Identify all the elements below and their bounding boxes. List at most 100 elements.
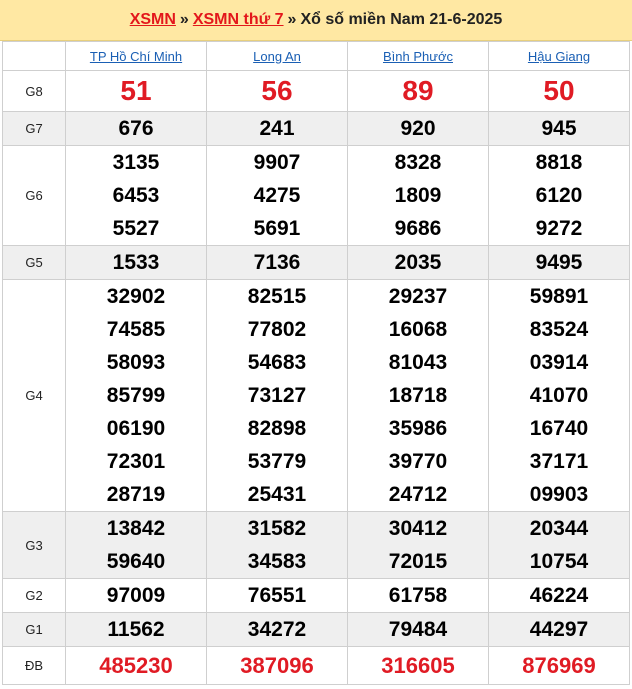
result-value: 77802 <box>247 318 307 341</box>
result-value: 8328 <box>394 151 442 174</box>
result-value: 30412 <box>388 517 448 540</box>
result-value: 61758 <box>347 578 489 613</box>
prize-label: ĐB <box>2 646 66 685</box>
special-prize-value: 316605 <box>347 646 489 685</box>
result-value: 18718 <box>388 384 448 407</box>
result-cell: 31582 34583 <box>206 511 348 579</box>
prize-row-g8: G8 51 56 89 50 <box>2 70 630 112</box>
result-value: 13842 <box>106 517 166 540</box>
result-value: 74585 <box>106 318 166 341</box>
result-cell: 32902 74585 58093 85799 06190 72301 2871… <box>65 279 207 512</box>
result-value: 16740 <box>529 417 589 440</box>
prize-row-special: ĐB 485230 387096 316605 876969 <box>2 646 630 685</box>
result-value: 39770 <box>388 450 448 473</box>
result-cell: 59891 83524 03914 41070 16740 37171 0990… <box>488 279 630 512</box>
result-value: 59640 <box>106 550 166 573</box>
result-value: 6120 <box>535 184 583 207</box>
result-value: 83524 <box>529 318 589 341</box>
prize-label: G7 <box>2 111 66 146</box>
result-value: 9686 <box>394 217 442 240</box>
crumb-xsmn-thu7-link[interactable]: XSMN thứ 7 <box>193 11 284 29</box>
prize-row-g6: G6 3135 6453 5527 9907 4275 5691 8328 18… <box>2 145 630 246</box>
province-link-long-an[interactable]: Long An <box>253 49 301 64</box>
result-value: 50 <box>488 70 630 112</box>
result-value: 2035 <box>347 245 489 280</box>
special-prize-value: 387096 <box>206 646 348 685</box>
result-value: 20344 <box>529 517 589 540</box>
result-value: 85799 <box>106 384 166 407</box>
prize-label: G2 <box>2 578 66 613</box>
result-value: 44297 <box>488 612 630 647</box>
prize-label: G4 <box>2 279 66 512</box>
result-value: 31582 <box>247 517 307 540</box>
result-value: 35986 <box>388 417 448 440</box>
province-link-hcm[interactable]: TP Hồ Chí Minh <box>90 49 182 64</box>
result-value: 3135 <box>112 151 160 174</box>
prize-row-g2: G2 97009 76551 61758 46224 <box>2 578 630 613</box>
result-value: 945 <box>488 111 630 146</box>
crumb-separator: » <box>287 11 297 28</box>
province-header: Long An <box>206 41 348 71</box>
crumb-separator: » <box>179 11 189 28</box>
results-page: XSMN » XSMN thứ 7 » Xổ số miền Nam 21-6-… <box>0 0 632 689</box>
province-header: Hậu Giang <box>488 41 630 71</box>
result-value: 25431 <box>247 483 307 506</box>
result-value: 1809 <box>394 184 442 207</box>
crumb-xsmn-link[interactable]: XSMN <box>130 11 176 29</box>
result-value: 34272 <box>206 612 348 647</box>
province-header-row: TP Hồ Chí Minh Long An Bình Phước Hậu Gi… <box>2 41 630 71</box>
result-cell: 8818 6120 9272 <box>488 145 630 246</box>
result-value: 73127 <box>247 384 307 407</box>
result-value: 37171 <box>529 450 589 473</box>
result-value: 09903 <box>529 483 589 506</box>
result-value: 46224 <box>488 578 630 613</box>
prize-row-g4: G4 32902 74585 58093 85799 06190 72301 2… <box>2 279 630 512</box>
result-cell: 29237 16068 81043 18718 35986 39770 2471… <box>347 279 489 512</box>
result-value: 4275 <box>253 184 301 207</box>
result-cell: 13842 59640 <box>65 511 207 579</box>
prize-row-g7: G7 676 241 920 945 <box>2 111 630 146</box>
result-value: 9495 <box>488 245 630 280</box>
province-link-binh-phuoc[interactable]: Bình Phước <box>383 49 453 64</box>
prize-label: G8 <box>2 70 66 112</box>
result-value: 58093 <box>106 351 166 374</box>
result-cell: 30412 72015 <box>347 511 489 579</box>
result-value: 5527 <box>112 217 160 240</box>
prize-row-g3: G3 13842 59640 31582 34583 30412 72015 2… <box>2 511 630 579</box>
province-header: TP Hồ Chí Minh <box>65 41 207 71</box>
result-value: 11562 <box>65 612 207 647</box>
result-value: 89 <box>347 70 489 112</box>
province-link-hau-giang[interactable]: Hậu Giang <box>528 49 590 64</box>
result-value: 32902 <box>106 285 166 308</box>
result-cell: 82515 77802 54683 73127 82898 53779 2543… <box>206 279 348 512</box>
result-value: 29237 <box>388 285 448 308</box>
result-value: 76551 <box>206 578 348 613</box>
province-header: Bình Phước <box>347 41 489 71</box>
prize-label: G1 <box>2 612 66 647</box>
result-value: 241 <box>206 111 348 146</box>
result-value: 9907 <box>253 151 301 174</box>
prize-column-header <box>2 41 66 71</box>
result-value: 1533 <box>65 245 207 280</box>
result-value: 03914 <box>529 351 589 374</box>
result-cell: 8328 1809 9686 <box>347 145 489 246</box>
prize-label: G6 <box>2 145 66 246</box>
result-value: 97009 <box>65 578 207 613</box>
result-value: 56 <box>206 70 348 112</box>
result-value: 06190 <box>106 417 166 440</box>
result-cell: 9907 4275 5691 <box>206 145 348 246</box>
result-value: 53779 <box>247 450 307 473</box>
result-value: 16068 <box>388 318 448 341</box>
result-value: 28719 <box>106 483 166 506</box>
prize-row-g1: G1 11562 34272 79484 44297 <box>2 612 630 647</box>
results-table: TP Hồ Chí Minh Long An Bình Phước Hậu Gi… <box>2 41 630 685</box>
result-value: 51 <box>65 70 207 112</box>
breadcrumb: XSMN » XSMN thứ 7 » Xổ số miền Nam 21-6-… <box>0 0 632 41</box>
page-title: Xổ số miền Nam 21-6-2025 <box>300 11 503 28</box>
result-value: 5691 <box>253 217 301 240</box>
prize-label: G3 <box>2 511 66 579</box>
result-value: 10754 <box>529 550 589 573</box>
result-value: 59891 <box>529 285 589 308</box>
result-value: 72301 <box>106 450 166 473</box>
result-value: 9272 <box>535 217 583 240</box>
